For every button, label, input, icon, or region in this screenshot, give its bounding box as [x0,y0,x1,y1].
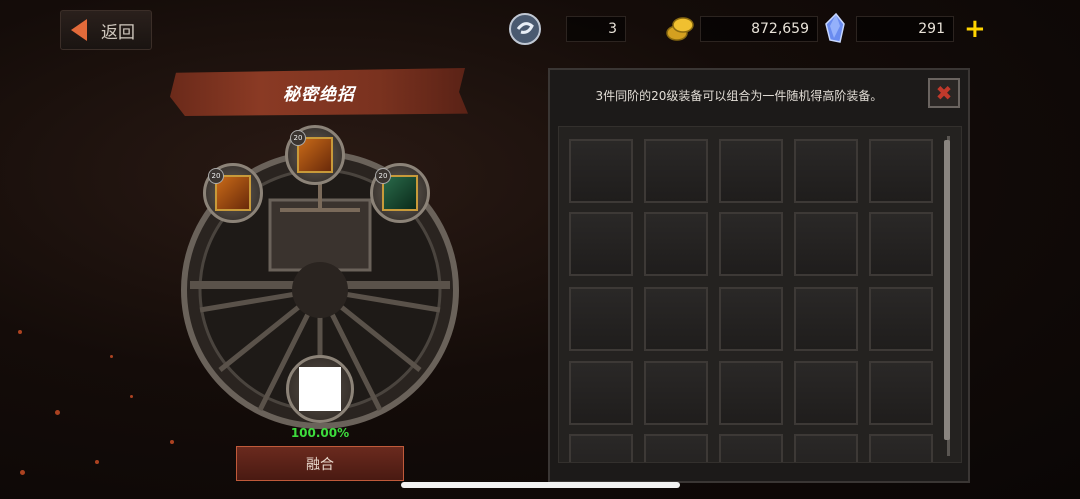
inventory-cell[interactable] [869,361,933,425]
result-item-placeholder [299,367,341,411]
home-indicator[interactable] [401,482,680,488]
back-label: 返回 [101,22,135,43]
level-badge: 20 [208,168,224,184]
blue-crystal-icon [825,12,845,43]
inventory-cell[interactable] [719,212,783,276]
ember [18,330,22,334]
inventory-cell[interactable] [794,212,858,276]
result-slot[interactable] [286,355,354,423]
ember [110,355,113,358]
gold-coins-icon [666,17,694,41]
inventory-cell[interactable] [794,287,858,351]
inventory-cell[interactable] [719,139,783,203]
gold-counter: 872,659 + [664,12,846,46]
swirl-token-icon [509,13,541,45]
inventory-cell[interactable] [869,139,933,203]
gold-value: 872,659 [700,16,818,42]
inventory-cell[interactable] [869,434,933,462]
inventory-cell[interactable] [644,139,708,203]
inventory-description: 3件同阶的20级装备可以组合为一件随机得高阶装备。 [595,88,883,103]
inventory-cell[interactable] [794,139,858,203]
success-rate: 100.00% [290,426,350,440]
close-icon: ✖ [935,81,953,105]
level-badge: 20 [290,130,306,146]
inventory-grid [558,126,962,463]
inventory-cell[interactable] [569,212,633,276]
swirl-token-value: 3 [566,16,626,42]
inventory-cell[interactable] [569,139,633,203]
ember [170,440,174,444]
inventory-cell[interactable] [869,287,933,351]
inventory-cell[interactable] [569,361,633,425]
ember [95,460,99,464]
inventory-header: 3件同阶的20级装备可以组合为一件随机得高阶装备。 [550,70,968,120]
back-button[interactable]: 返回 [60,10,152,50]
inventory-cell[interactable] [644,361,708,425]
scrollbar-thumb[interactable] [944,140,950,440]
inventory-panel: 3件同阶的20级装备可以组合为一件随机得高阶装备。 ✖ [548,68,970,483]
fusion-title: 秘密绝招 [283,84,355,105]
level-badge: 20 [375,168,391,184]
top-bar: 返回 3 872,659 + 291 + [0,0,1080,60]
inventory-cell[interactable] [644,212,708,276]
inventory-cell[interactable] [569,434,633,462]
fuse-button[interactable]: 融合 [236,446,404,481]
inventory-cell[interactable] [869,212,933,276]
inventory-cell[interactable] [569,287,633,351]
material-slot-center[interactable]: 20 [285,125,345,185]
inventory-cell[interactable] [794,434,858,462]
close-button[interactable]: ✖ [928,78,960,108]
ember [130,395,133,398]
ember [55,410,60,415]
material-slot-left[interactable]: 20 [203,163,263,223]
inventory-cell[interactable] [644,287,708,351]
inventory-cell[interactable] [719,434,783,462]
back-arrow-icon [71,19,87,41]
material-slot-right[interactable]: 20 [370,163,430,223]
ember [20,470,25,475]
swirl-token-counter: 3 [508,12,626,46]
crystal-counter: 291 + [820,12,986,46]
fusion-title-banner: 秘密绝招 [170,68,468,116]
inventory-cell[interactable] [644,434,708,462]
inventory-cell[interactable] [719,361,783,425]
inventory-cell[interactable] [719,287,783,351]
inventory-cell[interactable] [794,361,858,425]
crystal-value: 291 [856,16,954,42]
add-crystal-button[interactable]: + [964,16,986,42]
